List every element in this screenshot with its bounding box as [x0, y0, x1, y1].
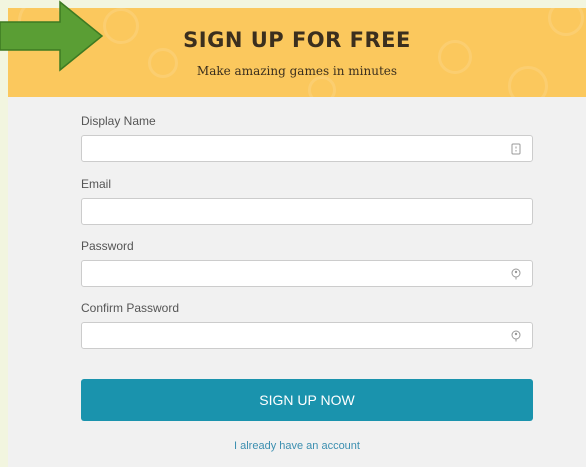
display-name-field[interactable]: [81, 135, 533, 162]
email-label: Email: [81, 177, 112, 191]
confirm-password-input[interactable]: [82, 323, 502, 348]
display-name-label: Display Name: [81, 114, 156, 128]
email-input[interactable]: [82, 199, 502, 224]
id-card-icon: [511, 143, 521, 155]
decoration-icon: [308, 76, 336, 97]
display-name-input[interactable]: [82, 136, 502, 161]
sign-up-button[interactable]: SIGN UP NOW: [81, 379, 533, 421]
password-field[interactable]: [81, 260, 533, 287]
confirm-password-label: Confirm Password: [81, 301, 180, 315]
arrow-right-icon: [0, 0, 104, 72]
key-icon: [511, 330, 521, 342]
confirm-password-field[interactable]: [81, 322, 533, 349]
password-input[interactable]: [82, 261, 502, 286]
signup-dialog: SIGN UP FOR FREE Make amazing games in m…: [8, 8, 586, 467]
login-link[interactable]: I already have an account: [8, 440, 586, 452]
key-icon: [511, 268, 521, 280]
email-field[interactable]: [81, 198, 533, 225]
password-label: Password: [81, 239, 134, 253]
